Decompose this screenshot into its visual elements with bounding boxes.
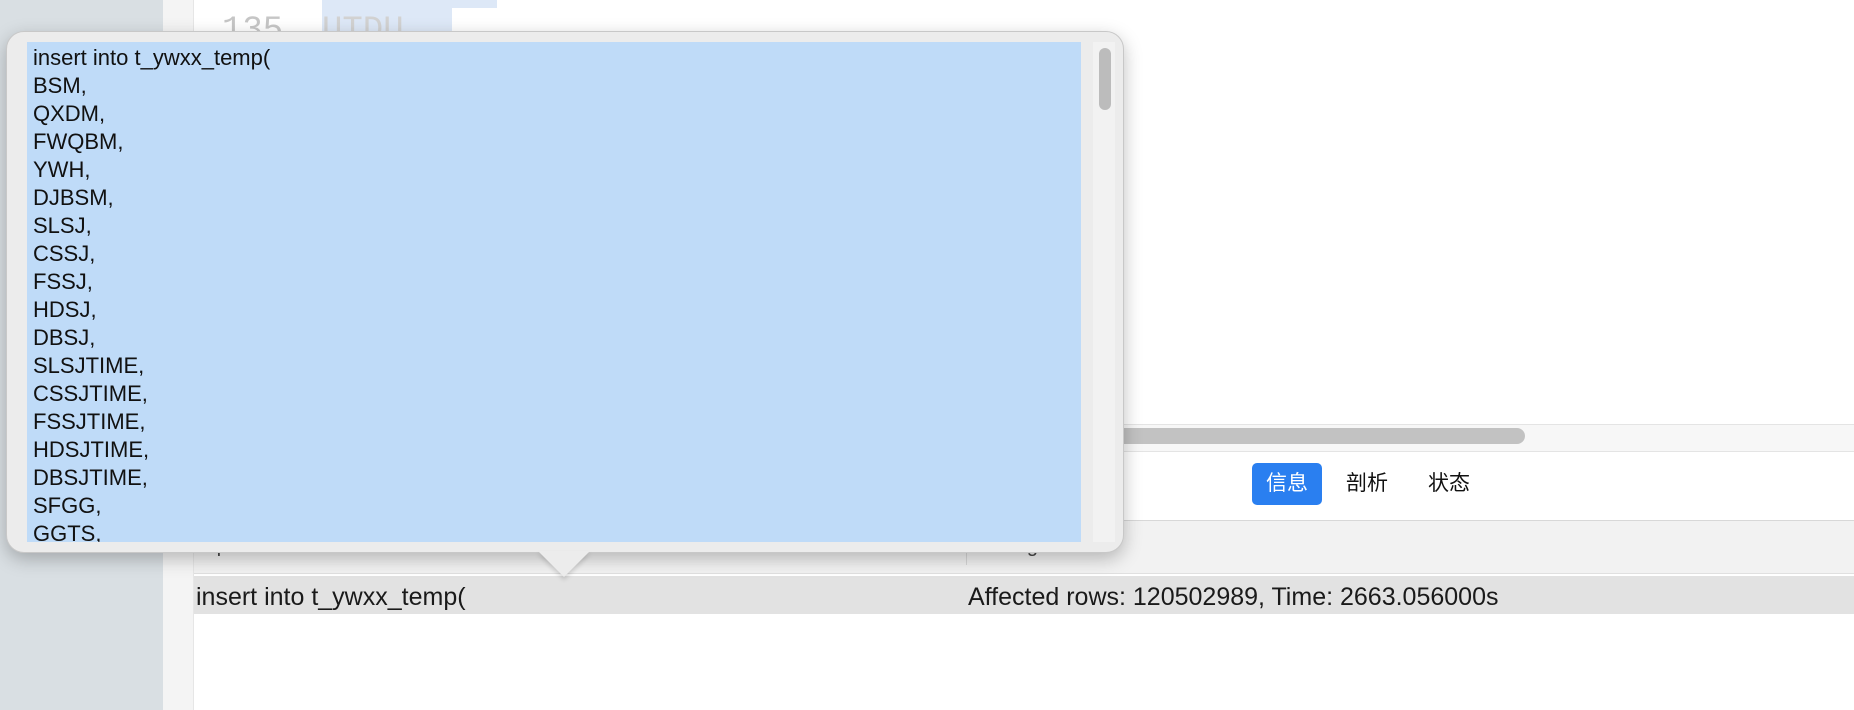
popover-text-line: DJBSM, [33, 185, 114, 210]
tab-status[interactable]: 状态 [1414, 463, 1484, 505]
popover-text-line: CSSJ, [33, 241, 96, 266]
tab-info[interactable]: 信息 [1252, 463, 1322, 505]
popover-vertical-scrollbar[interactable] [1093, 42, 1115, 542]
popover-text-area[interactable]: insert into t_ywxx_temp( BSM, QXDM, FWQBM, Y… [27, 42, 1081, 542]
cell-sql[interactable]: insert into t_ywxx_temp( [196, 583, 466, 612]
popover-text-line: SLSJ, [33, 213, 92, 238]
tab-profile[interactable]: 剖析 [1332, 463, 1402, 505]
popover-text-line: QXDM, [33, 101, 106, 126]
popover-text-line: HDSJ, [33, 297, 97, 322]
popover-text-line: insert into t_ywxx_temp( [33, 45, 271, 70]
popover-selected-text: insert into t_ywxx_temp( BSM, QXDM, FWQBM, Y… [27, 42, 1081, 542]
popover-text-line: YWH, [33, 157, 91, 182]
editor-selection-highlight-top [452, 0, 497, 8]
popover-text-line: FWQBM, [33, 129, 124, 154]
popover-text-line: DBSJ, [33, 325, 96, 350]
popover-arrow [538, 551, 590, 577]
popover-text-line: BSM, [33, 73, 87, 98]
popover-text-line: GGTS, [33, 521, 102, 542]
cell-message[interactable]: Affected rows: 120502989, Time: 2663.056… [968, 583, 1498, 612]
popover-vertical-scrollbar-thumb[interactable] [1099, 48, 1111, 110]
table-row[interactable]: insert into t_ywxx_temp( Affected rows: … [194, 576, 1854, 614]
popover-text-line: DBSJTIME, [33, 465, 148, 490]
cell-detail-popover: insert into t_ywxx_temp( BSM, QXDM, FWQBM, Y… [6, 31, 1124, 553]
popover-text-line: SFGG, [33, 493, 102, 518]
popover-text-line: CSSJTIME, [33, 381, 148, 406]
popover-text-line: FSSJ, [33, 269, 93, 294]
popover-text-line: HDSJTIME, [33, 437, 150, 462]
popover-text-line: FSSJTIME, [33, 409, 146, 434]
popover-text-line: SLSJTIME, [33, 353, 145, 378]
result-empty-area [194, 614, 1854, 710]
